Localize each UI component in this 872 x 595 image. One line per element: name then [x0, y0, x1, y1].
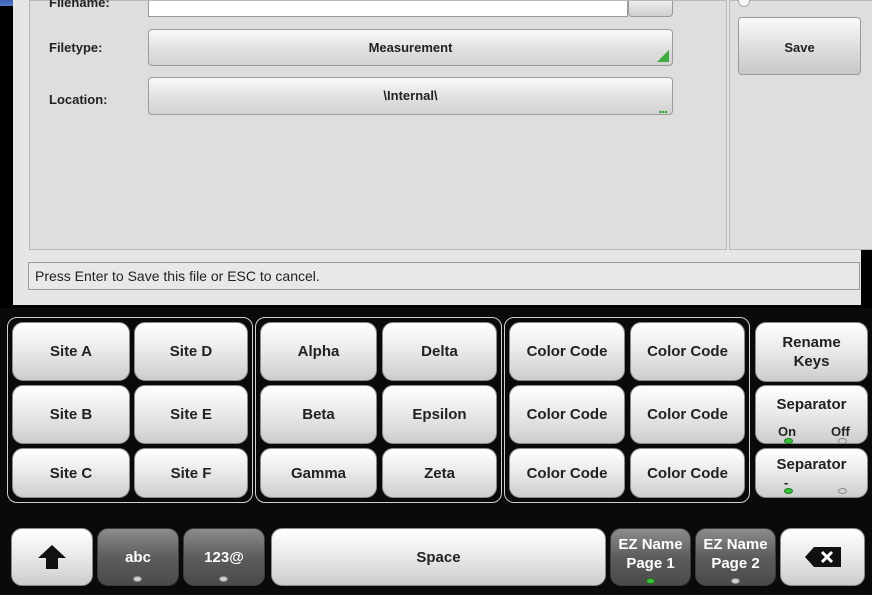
key-color-code-6[interactable]: Color Code [630, 448, 745, 498]
ez-page1-led [646, 578, 655, 584]
filetype-selector[interactable]: Measurement [148, 29, 673, 66]
numeric-label: 123@ [204, 548, 244, 566]
location-value: \Internal\ [383, 88, 438, 103]
key-site-e[interactable]: Site E [134, 385, 248, 444]
key-delta[interactable]: Delta [382, 322, 497, 381]
save-dialog: Filename: Filetype: Measurement Location… [13, 0, 872, 305]
key-color-code-4[interactable]: Color Code [630, 385, 745, 444]
key-site-a[interactable]: Site A [12, 322, 130, 381]
rename-keys-button[interactable]: Rename Keys [755, 322, 868, 382]
indicator-dash-led [784, 488, 793, 494]
key-site-f[interactable]: Site F [134, 448, 248, 498]
ez-name-page1-key[interactable]: EZ Name Page 1 [610, 528, 691, 586]
ez-page1-label: EZ Name Page 1 [618, 536, 683, 572]
status-message: Press Enter to Save this file or ESC to … [28, 262, 860, 290]
key-site-c[interactable]: Site C [12, 448, 130, 498]
option-radio[interactable] [738, 0, 750, 7]
shift-key[interactable] [11, 528, 93, 586]
abc-label: abc [125, 548, 151, 566]
key-zeta[interactable]: Zeta [382, 448, 497, 498]
filename-input[interactable] [148, 1, 628, 17]
backspace-icon [804, 547, 841, 567]
filename-label: Filename: [49, 0, 110, 10]
separator-character-toggle[interactable]: Separator - _ [755, 448, 868, 498]
dialog-form-panel: Filename: Filetype: Measurement Location… [29, 0, 727, 250]
key-color-code-5[interactable]: Color Code [509, 448, 625, 498]
key-site-b[interactable]: Site B [12, 385, 130, 444]
dropdown-corner-icon [657, 50, 669, 62]
indicator-on-led [784, 438, 793, 444]
ez-name-page2-key[interactable]: EZ Name Page 2 [695, 528, 776, 586]
numeric-led [219, 576, 228, 582]
key-color-code-2[interactable]: Color Code [630, 322, 745, 381]
key-color-code-3[interactable]: Color Code [509, 385, 625, 444]
indicator-underscore-led [838, 488, 847, 494]
filetype-label: Filetype: [49, 40, 103, 55]
filetype-value: Measurement [368, 40, 453, 55]
filename-keyboard-button[interactable] [628, 1, 673, 17]
key-gamma[interactable]: Gamma [260, 448, 377, 498]
location-selector[interactable]: \Internal\ ... [148, 77, 673, 116]
onscreen-keyboard: Site A Site D Site B Site E Site C Site … [0, 308, 872, 595]
numeric-key[interactable]: 123@ [183, 528, 265, 586]
separator-char-label: Separator [776, 456, 847, 473]
dialog-actions-panel: Save [729, 0, 872, 250]
indicator-off-led [838, 438, 847, 444]
space-key[interactable]: Space [271, 528, 606, 586]
shift-arrow-icon [38, 545, 66, 569]
key-beta[interactable]: Beta [260, 385, 377, 444]
key-color-code-1[interactable]: Color Code [509, 322, 625, 381]
backspace-key[interactable] [780, 528, 865, 586]
ez-page2-led [731, 578, 740, 584]
abc-key[interactable]: abc [97, 528, 179, 586]
browse-dots-icon: ... [658, 100, 668, 116]
key-epsilon[interactable]: Epsilon [382, 385, 497, 444]
key-site-d[interactable]: Site D [134, 322, 248, 381]
location-label: Location: [49, 92, 108, 107]
separator-on-off-toggle[interactable]: Separator On Off [755, 385, 868, 444]
save-button[interactable]: Save [738, 17, 861, 75]
ez-page2-label: EZ Name Page 2 [703, 536, 768, 572]
key-alpha[interactable]: Alpha [260, 322, 377, 381]
abc-led [133, 576, 142, 582]
separator-label: Separator [776, 396, 847, 413]
